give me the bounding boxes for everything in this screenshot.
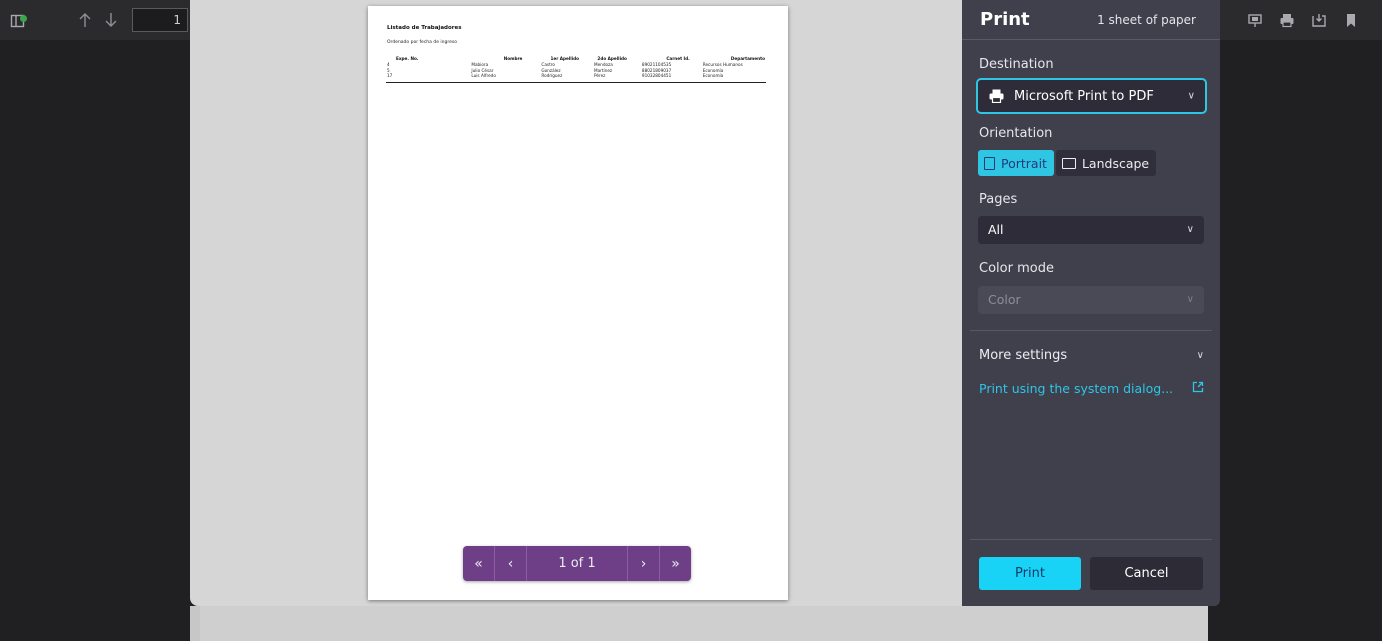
page-indicator: 1 of 1 [558,556,596,571]
chevron-down-icon: ∨ [1196,350,1204,361]
workers-table: Expe. No. Nombre 1er Apellido 2do Apelli… [386,56,766,83]
footer-divider [970,539,1212,540]
pages-label: Pages [979,192,1018,207]
last-page-button[interactable]: » [659,546,691,581]
landscape-label: Landscape [1081,155,1150,171]
more-settings-toggle[interactable]: More settings ∨ [979,348,1204,363]
settings-divider [970,330,1212,331]
portrait-button[interactable]: Portrait [978,150,1054,176]
landscape-button[interactable]: Landscape [1055,150,1157,176]
next-page-button[interactable]: › [627,546,659,581]
preview-page: Listado de Trabajadores Ordenado por fec… [368,6,788,600]
document-title: Listado de Trabajadores [387,25,462,31]
landscape-page-icon [1061,157,1076,169]
cancel-button[interactable]: Cancel [1090,557,1203,590]
more-settings-label: More settings [979,348,1068,363]
printer-icon [988,89,1004,103]
page-navigator: « ‹ 1 of 1 › » [463,546,691,581]
table-cell: 91032804451 [627,73,691,83]
orientation-label: Orientation [979,126,1053,141]
page-number-input[interactable]: 1 [132,8,188,32]
table-row: 17 Luis Alfredo Rodríguez Pérez 91032804… [386,73,766,83]
orientation-toggle: Portrait Landscape [978,150,1157,176]
prev-page-button[interactable]: ‹ [495,546,527,581]
color-mode-select[interactable]: Color ∨ [978,286,1204,314]
toolbar-left-group: 1 [0,0,188,40]
toolbar-right-group [1242,0,1364,40]
print-title: Print [980,9,1030,30]
chevron-down-icon: ∨ [1186,224,1194,235]
external-link-icon [1192,381,1204,396]
sheet-count: 1 sheet of paper [1097,13,1196,27]
status-dot-icon [20,15,27,22]
system-dialog-label: Print using the system dialog... [979,381,1174,396]
table-cell: Economía [690,73,766,83]
color-mode-value: Color [988,292,1021,307]
destination-value: Microsoft Print to PDF [1014,88,1154,104]
chevron-down-icon: ∨ [1187,90,1195,102]
table-cell: Pérez [579,73,628,83]
portrait-label: Portrait [1001,155,1047,171]
print-icon[interactable] [1274,7,1300,33]
table-cell: Luis Alfredo [433,73,524,83]
document-subtitle: Ordenado por fecha de ingreso [387,40,457,45]
preview-bottom-strip [190,606,1208,641]
bookmark-icon[interactable] [1338,7,1364,33]
previous-page-icon[interactable] [72,7,98,33]
portrait-page-icon [984,156,995,170]
pages-value: All [988,222,1004,237]
chevron-down-icon: ∨ [1186,294,1194,305]
first-page-button[interactable]: « [463,546,495,581]
next-page-icon[interactable] [98,7,124,33]
print-panel-header: Print 1 sheet of paper [962,0,1220,40]
pages-select[interactable]: All ∨ [978,216,1204,244]
sidebar-toggle-icon[interactable] [0,7,36,33]
destination-label: Destination [979,57,1054,72]
table-cell: 17 [386,73,434,83]
color-mode-label: Color mode [979,261,1054,276]
present-icon[interactable] [1242,7,1268,33]
print-settings-panel: Print 1 sheet of paper Destination Micro… [962,0,1220,606]
print-button[interactable]: Print [979,557,1081,590]
destination-select[interactable]: Microsoft Print to PDF ∨ [976,78,1207,114]
table-cell: Rodríguez [523,73,580,83]
system-dialog-link[interactable]: Print using the system dialog... [979,381,1204,396]
save-icon[interactable] [1306,7,1332,33]
